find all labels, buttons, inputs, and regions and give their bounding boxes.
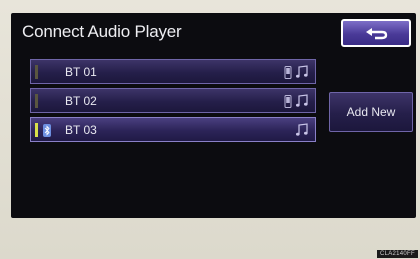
add-new-button[interactable]: Add New xyxy=(329,92,413,132)
device-row-bt03[interactable]: BT 03 xyxy=(30,117,316,142)
back-button[interactable] xyxy=(341,19,411,47)
phone-icon xyxy=(284,95,292,108)
connection-indicator xyxy=(35,123,38,137)
device-row-bt02[interactable]: BT 02 xyxy=(30,88,316,113)
music-note-icon xyxy=(296,123,308,136)
page-title: Connect Audio Player xyxy=(22,22,182,41)
device-name: BT 01 xyxy=(65,65,97,79)
device-name: BT 02 xyxy=(65,94,97,108)
music-note-icon xyxy=(296,94,308,107)
screen: Connect Audio Player BT 01 BT 02 BT 03 A… xyxy=(11,13,416,218)
bluetooth-icon xyxy=(43,124,51,137)
connection-indicator xyxy=(35,94,38,108)
phone-icon xyxy=(284,66,292,79)
connection-indicator xyxy=(35,65,38,79)
figure-code: CLA2140FF xyxy=(376,250,418,258)
return-arrow-icon xyxy=(366,28,388,40)
music-note-icon xyxy=(296,65,308,78)
device-row-bt01[interactable]: BT 01 xyxy=(30,59,316,84)
display-frame: Connect Audio Player BT 01 BT 02 BT 03 A… xyxy=(0,0,420,259)
device-name: BT 03 xyxy=(65,123,97,137)
